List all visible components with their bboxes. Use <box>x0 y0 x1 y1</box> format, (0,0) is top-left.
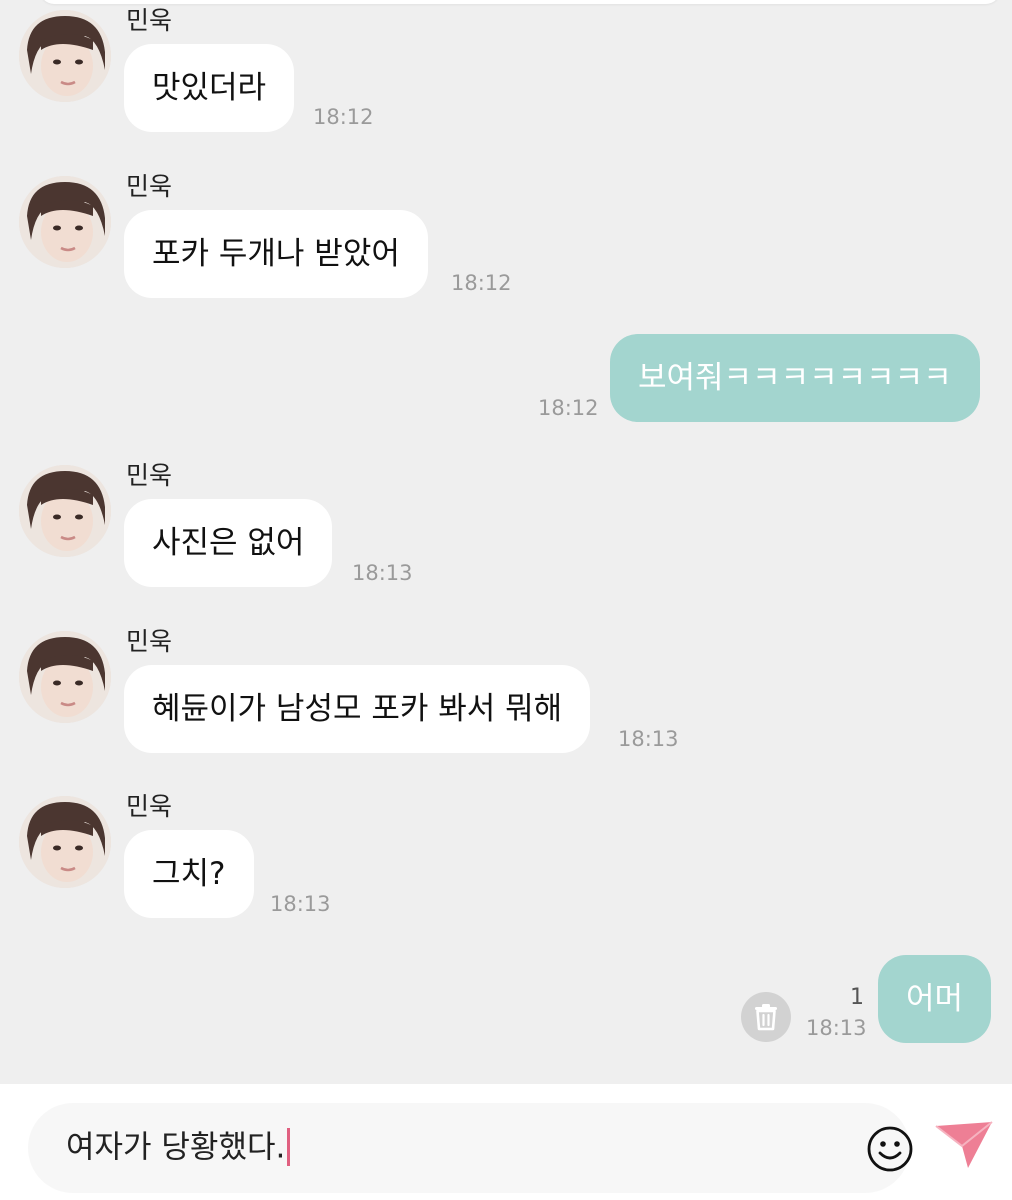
outgoing-message-bubble[interactable]: 보여줘ㅋㅋㅋㅋㅋㅋㅋㅋ <box>610 334 980 422</box>
message-row: 민욱 맛있더라 18:12 <box>0 6 1012 150</box>
message-input[interactable]: 여자가 당황했다. <box>28 1103 913 1193</box>
text-caret <box>287 1128 291 1166</box>
avatar[interactable] <box>19 176 111 268</box>
message-row: 민욱 그치? 18:13 <box>0 792 1012 936</box>
sender-name: 민욱 <box>126 461 173 490</box>
message-time: 18:12 <box>538 396 599 420</box>
outgoing-message-bubble[interactable]: 어머 <box>878 955 992 1043</box>
message-row: 민욱 포카 두개나 받았어 18:12 <box>0 172 1012 316</box>
sender-name: 민욱 <box>126 627 173 656</box>
avatar[interactable] <box>19 10 111 102</box>
message-bubble[interactable]: 그치? <box>124 830 254 918</box>
message-bubble[interactable]: 혜듄이가 남성모 포카 봐서 뭐해 <box>124 665 591 753</box>
chat-area[interactable]: 민욱 맛있더라 18:12 민욱 포카 두개나 받았어 18:12 보여줘ㅋㅋㅋ… <box>0 0 1012 1084</box>
message-bubble[interactable]: 사진은 없어 <box>124 499 333 587</box>
message-bubble[interactable]: 맛있더라 <box>124 44 295 132</box>
message-bubble[interactable]: 포카 두개나 받았어 <box>124 210 428 298</box>
message-time: 18:13 <box>806 1016 867 1040</box>
avatar[interactable] <box>19 465 111 557</box>
message-composer: 여자가 당황했다. <box>0 1084 1012 1200</box>
message-row: 민욱 사진은 없어 18:13 <box>0 461 1012 605</box>
smiley-icon[interactable] <box>864 1123 916 1175</box>
message-input-value: 여자가 당황했다. <box>66 1129 286 1166</box>
previous-bubble-edge <box>40 0 1000 4</box>
sender-name: 민욱 <box>126 792 173 821</box>
sender-name: 민욱 <box>126 172 173 201</box>
message-time: 18:12 <box>313 105 374 129</box>
message-row: 민욱 혜듄이가 남성모 포카 봐서 뭐해 18:13 <box>0 627 1012 771</box>
trash-icon[interactable] <box>741 992 791 1042</box>
avatar[interactable] <box>19 631 111 723</box>
message-time: 18:13 <box>270 892 331 916</box>
message-time: 18:12 <box>451 271 512 295</box>
message-time: 18:13 <box>618 727 679 751</box>
unread-count: 1 <box>850 985 864 1010</box>
sender-name: 민욱 <box>126 6 173 35</box>
message-input-text[interactable]: 여자가 당황했다. <box>66 1128 291 1168</box>
message-time: 18:13 <box>352 561 413 585</box>
paper-plane-icon[interactable] <box>934 1120 994 1170</box>
avatar[interactable] <box>19 796 111 888</box>
